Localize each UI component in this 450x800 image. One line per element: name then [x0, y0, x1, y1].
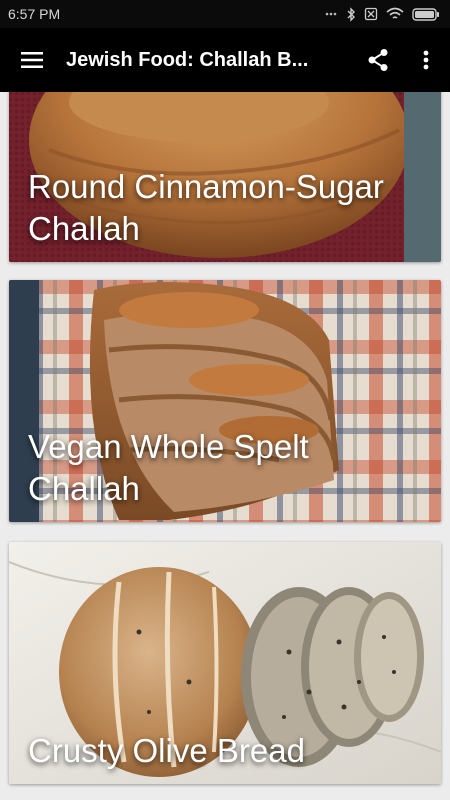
status-time: 6:57 PM [8, 6, 61, 22]
recipe-title: Crusty Olive Bread [28, 732, 305, 769]
wifi-icon [386, 7, 404, 19]
share-button[interactable] [354, 28, 402, 92]
recipe-title: Vegan Whole Spelt Challah [28, 428, 309, 507]
menu-icon [21, 52, 43, 68]
recipe-card[interactable]: Round Cinnamon-Sugar Challah [9, 92, 441, 262]
recipe-list[interactable]: Round Cinnamon-Sugar Challah Vegan Whole… [0, 92, 450, 800]
menu-button[interactable] [0, 28, 64, 92]
no-sim-icon [364, 7, 378, 21]
share-icon [368, 49, 388, 71]
app-title: Jewish Food: Challah B... [66, 48, 309, 71]
more-vert-icon [423, 50, 429, 70]
app-bar: Jewish Food: Challah B... [0, 28, 450, 92]
recipe-title: Round Cinnamon-Sugar Challah [28, 168, 384, 247]
signal-dots-icon [325, 12, 337, 16]
recipe-card[interactable]: Vegan Whole Spelt Challah [9, 280, 441, 522]
more-options-button[interactable] [402, 28, 450, 92]
recipe-card[interactable]: Crusty Olive Bread [9, 542, 441, 784]
status-bar: 6:57 PM [0, 0, 450, 28]
bluetooth-icon [347, 6, 355, 22]
battery-icon [412, 7, 439, 21]
status-icons [324, 6, 440, 22]
